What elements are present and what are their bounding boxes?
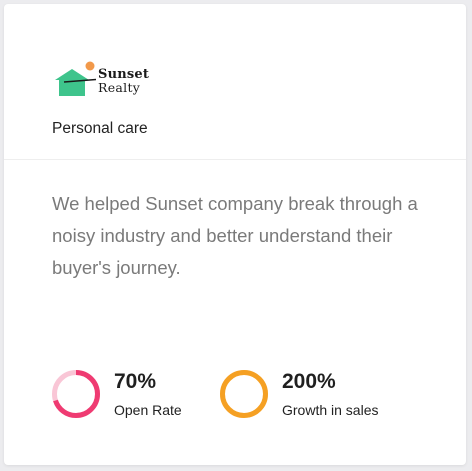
case-study-card: Sunset Realty Personal care We helped Su… <box>4 4 466 465</box>
stat-label: Open Rate <box>114 402 182 418</box>
logo-line-2: Realty <box>98 80 141 95</box>
stat-value: 200% <box>282 370 336 393</box>
divider <box>4 159 466 160</box>
stat-label: Growth in sales <box>282 402 379 418</box>
category-label: Personal care <box>52 120 148 137</box>
progress-ring-icon <box>52 370 100 418</box>
progress-ring-icon <box>220 370 268 418</box>
case-study-description: We helped Sunset company break through a… <box>52 193 418 278</box>
sunset-realty-logo: Sunset Realty <box>52 60 162 100</box>
house-logo-icon <box>55 61 96 96</box>
stat-value: 70% <box>114 370 157 393</box>
logo-wordmark: Sunset Realty <box>98 68 149 95</box>
